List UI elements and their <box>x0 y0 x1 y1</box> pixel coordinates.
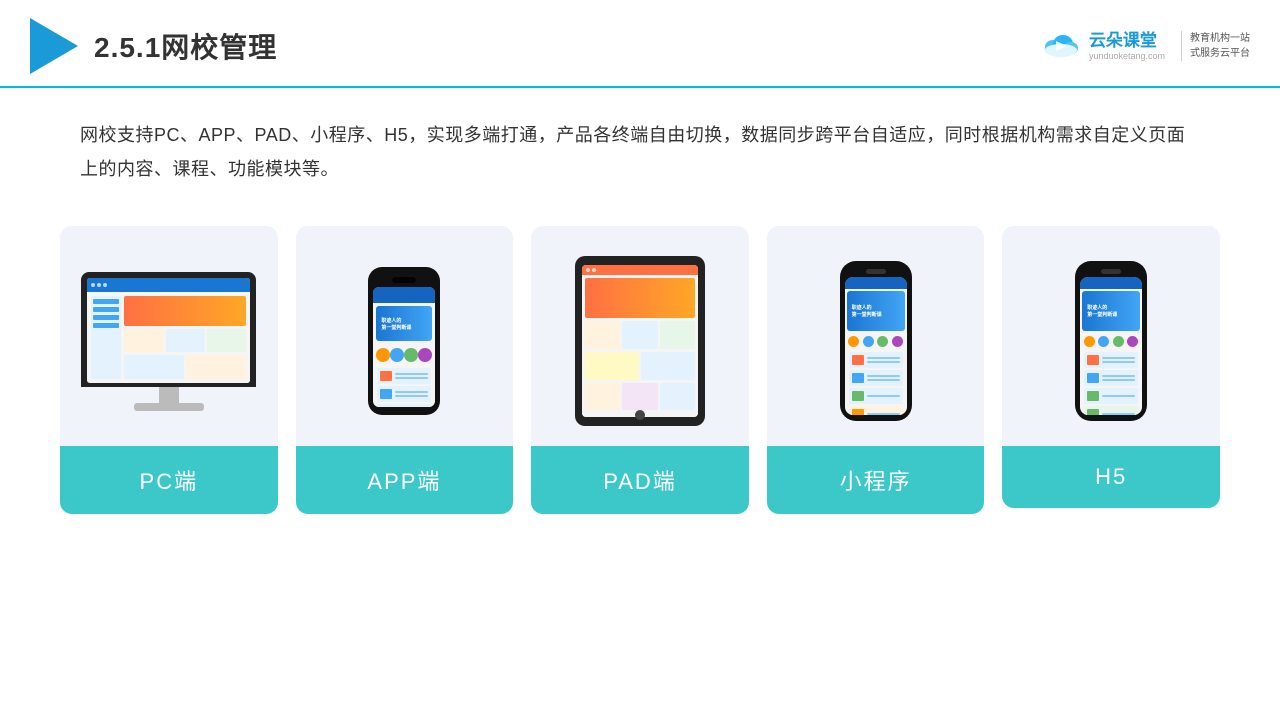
phone-h5-icon: 职迹人的第一堂判断课 <box>1075 261 1147 421</box>
brand-name: 云朵课堂 <box>1089 31 1165 51</box>
description-text: 网校支持PC、APP、PAD、小程序、H5，实现多端打通，产品各终端自由切换，数… <box>0 88 1280 196</box>
card-pc-label: PC端 <box>60 446 278 514</box>
logo-triangle-icon <box>30 18 78 74</box>
card-h5: 职迹人的第一堂判断课 <box>1002 226 1220 508</box>
card-app: 职迹人的第一堂判断课 <box>296 226 514 514</box>
card-pc-image <box>60 226 278 446</box>
card-pc: PC端 <box>60 226 278 514</box>
card-miniapp: 职迹人的第一堂判断课 <box>767 226 985 514</box>
card-miniapp-label: 小程序 <box>767 446 985 514</box>
cloud-logo-icon <box>1041 33 1081 59</box>
card-pad-label: PAD端 <box>531 446 749 514</box>
phone-miniapp-icon: 职迹人的第一堂判断课 <box>840 261 912 421</box>
card-app-image: 职迹人的第一堂判断课 <box>296 226 514 446</box>
cards-container: PC端 职迹人的第一堂判断课 <box>0 196 1280 544</box>
brand-text: 云朵课堂 yunduoketang.com <box>1089 31 1165 61</box>
card-h5-label: H5 <box>1002 446 1220 508</box>
header-left: 2.5.1网校管理 <box>30 18 277 74</box>
pc-monitor-icon <box>81 272 256 411</box>
header: 2.5.1网校管理 云朵课堂 yunduoketang.com 教育机构一站 式… <box>0 0 1280 88</box>
card-pad-image <box>531 226 749 446</box>
card-h5-image: 职迹人的第一堂判断课 <box>1002 226 1220 446</box>
brand-url: yunduoketang.com <box>1089 51 1165 61</box>
brand-slogan: 教育机构一站 式服务云平台 <box>1181 31 1250 61</box>
card-app-label: APP端 <box>296 446 514 514</box>
card-miniapp-image: 职迹人的第一堂判断课 <box>767 226 985 446</box>
card-pad: PAD端 <box>531 226 749 514</box>
tablet-pad-icon <box>575 256 705 426</box>
page-title: 2.5.1网校管理 <box>94 26 277 66</box>
brand-logo: 云朵课堂 yunduoketang.com 教育机构一站 式服务云平台 <box>1041 31 1250 61</box>
phone-app-icon: 职迹人的第一堂判断课 <box>368 267 440 415</box>
